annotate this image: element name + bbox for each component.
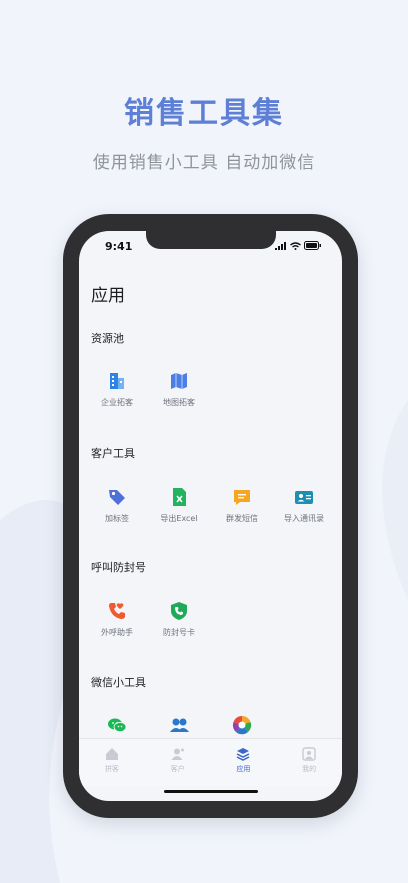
tab-apps[interactable]: 应用 — [211, 739, 277, 786]
tool-label: 群发短信 — [226, 514, 258, 523]
tool-wechat-moments[interactable] — [212, 715, 272, 735]
tool-anti-block-card[interactable]: 防封号卡 — [149, 601, 209, 638]
tool-label: 防封号卡 — [163, 628, 195, 637]
tab-customer[interactable]: 客户 — [145, 739, 211, 786]
tool-import-contacts[interactable]: 导入通讯录 — [274, 487, 334, 524]
status-icons — [275, 241, 322, 250]
page-title: 应用 — [91, 286, 125, 306]
tab-label: 客户 — [170, 765, 185, 773]
profile-icon — [302, 747, 316, 761]
tool-label: 加标签 — [105, 514, 129, 523]
shield-phone-icon — [171, 602, 187, 620]
section-title-wechat-tools: 微信小工具 — [91, 676, 146, 689]
sms-icon — [234, 490, 250, 505]
tab-label: 应用 — [236, 765, 251, 773]
tab-label: 拼客 — [104, 765, 119, 773]
section-title-resource-pool: 资源池 — [91, 332, 124, 345]
tool-label: 导出Excel — [160, 514, 198, 523]
status-time: 9:41 — [105, 240, 133, 253]
customer-icon — [171, 748, 184, 760]
tool-label: 导入通讯录 — [284, 514, 324, 523]
tool-export-excel[interactable]: 导出Excel — [149, 487, 209, 524]
tool-outbound-call-assistant[interactable]: 外呼助手 — [87, 601, 147, 638]
contact-card-icon — [295, 491, 313, 504]
tool-label: 企业拓客 — [101, 398, 133, 407]
tool-enterprise-prospecting[interactable]: 企业拓客 — [87, 371, 147, 408]
section-title-customer-tools: 客户工具 — [91, 447, 135, 460]
users-icon — [170, 718, 189, 732]
subline: 使用销售小工具 自动加微信 — [92, 153, 316, 173]
tab-profile[interactable]: 我的 — [276, 739, 342, 786]
signal-icon — [275, 241, 286, 250]
excel-icon — [173, 488, 186, 506]
tool-wechat[interactable] — [87, 715, 147, 735]
tool-label: 外呼助手 — [101, 628, 133, 637]
tool-add-tag[interactable]: 加标签 — [87, 487, 147, 524]
tab-home[interactable]: 拼客 — [79, 739, 145, 786]
home-icon — [105, 748, 118, 760]
layers-icon — [237, 748, 250, 761]
phone-heart-icon — [109, 603, 125, 619]
notch — [146, 231, 276, 249]
tool-map-prospecting[interactable]: 地图拓客 — [149, 371, 209, 408]
building-icon — [110, 373, 124, 389]
wechat-icon — [108, 718, 127, 733]
tab-label: 我的 — [302, 765, 317, 773]
section-title-call-anti-block: 呼叫防封号 — [91, 561, 146, 574]
headline: 销售工具集 — [124, 96, 284, 131]
tag-icon — [109, 490, 125, 505]
tool-label: 地图拓客 — [163, 398, 195, 407]
phone-frame: 9:41 应用 资源池 企业拓客 地图拓客 客户工具 加标签 导出Excel 群… — [63, 214, 358, 818]
map-icon — [171, 373, 187, 389]
wifi-icon — [290, 241, 301, 250]
tool-bulk-sms[interactable]: 群发短信 — [212, 487, 272, 524]
tab-bar: 拼客 客户 应用 我的 — [79, 738, 342, 786]
phone-screen: 9:41 应用 资源池 企业拓客 地图拓客 客户工具 加标签 导出Excel 群… — [79, 231, 342, 801]
aperture-icon — [232, 716, 252, 735]
tool-wechat-users[interactable] — [149, 715, 209, 735]
battery-icon — [304, 241, 321, 250]
home-indicator — [164, 790, 258, 793]
